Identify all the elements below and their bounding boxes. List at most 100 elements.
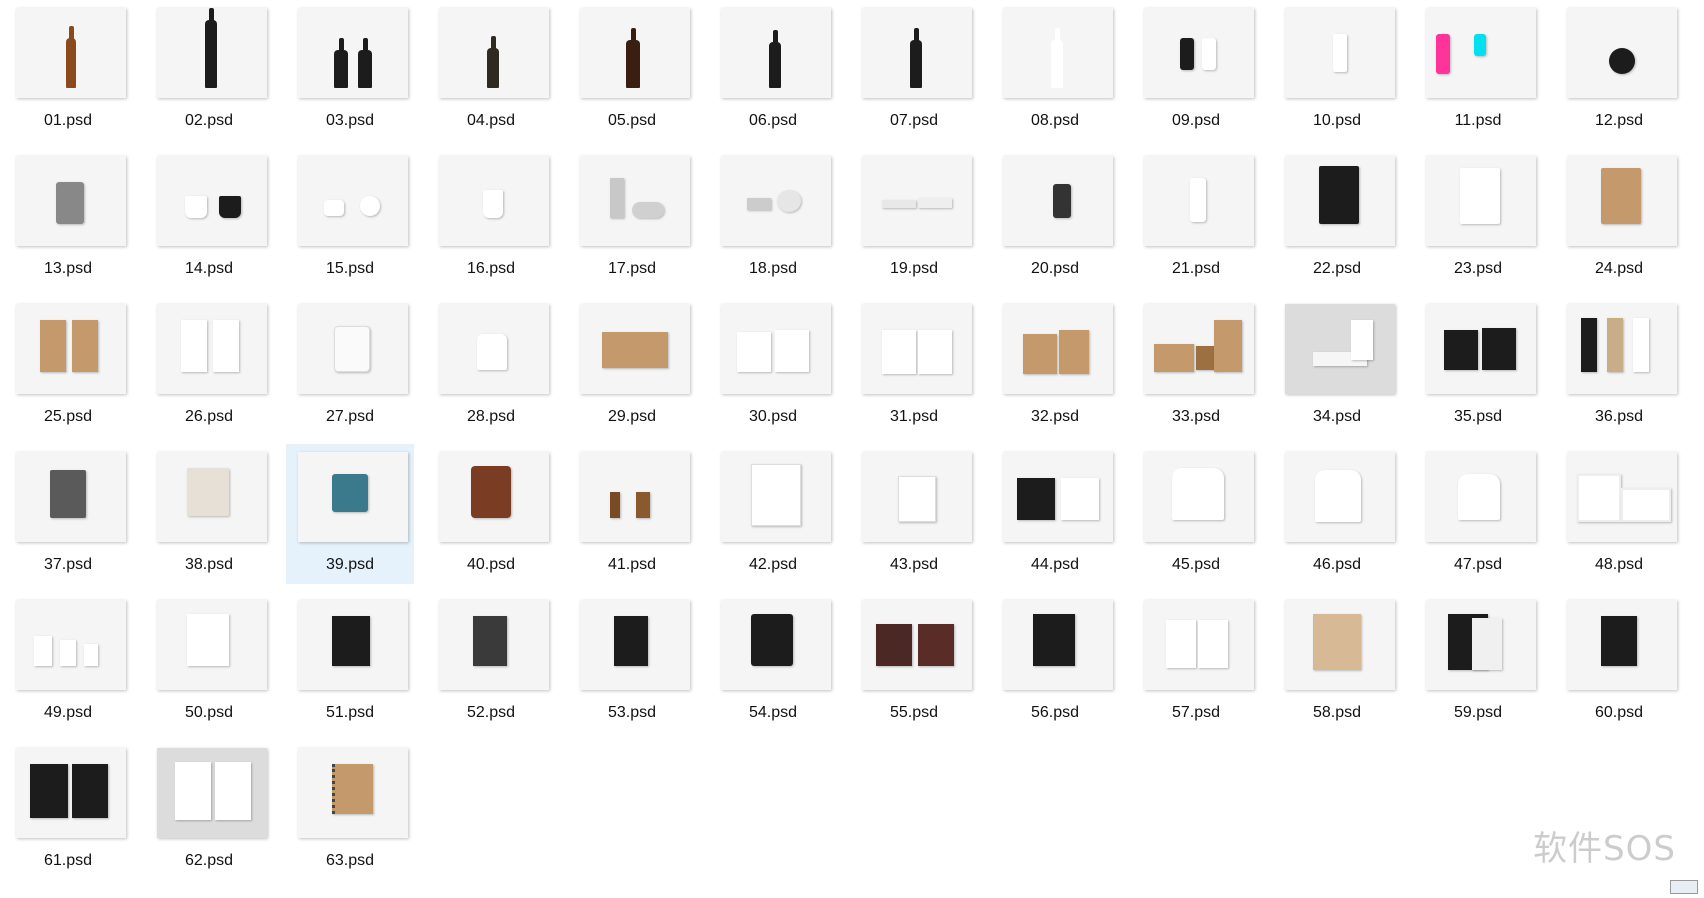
file-thumbnail[interactable]: [1003, 304, 1113, 394]
file-thumbnail[interactable]: [721, 156, 831, 246]
file-item[interactable]: 27.psd: [286, 296, 414, 436]
file-thumbnail[interactable]: [1003, 600, 1113, 690]
file-thumbnail[interactable]: [1426, 8, 1536, 98]
file-item[interactable]: 56.psd: [991, 592, 1119, 732]
file-thumbnail[interactable]: [721, 452, 831, 542]
file-name[interactable]: 37.psd: [4, 556, 132, 574]
file-thumbnail[interactable]: [1285, 8, 1395, 98]
file-name[interactable]: 48.psd: [1555, 556, 1683, 574]
file-name[interactable]: 24.psd: [1555, 260, 1683, 278]
file-thumbnail[interactable]: [1567, 304, 1677, 394]
file-name[interactable]: 25.psd: [4, 408, 132, 426]
file-thumbnail[interactable]: [439, 304, 549, 394]
view-toggle-icon[interactable]: [1670, 880, 1698, 894]
file-thumbnail[interactable]: [1426, 600, 1536, 690]
file-name[interactable]: 63.psd: [286, 852, 414, 870]
file-thumbnail[interactable]: [1567, 600, 1677, 690]
file-thumbnail[interactable]: [298, 156, 408, 246]
file-item[interactable]: 32.psd: [991, 296, 1119, 436]
file-name[interactable]: 22.psd: [1273, 260, 1401, 278]
file-thumbnail[interactable]: [1003, 156, 1113, 246]
file-item[interactable]: 30.psd: [709, 296, 837, 436]
file-thumbnail[interactable]: [1567, 8, 1677, 98]
file-item[interactable]: 02.psd: [145, 0, 273, 140]
file-name[interactable]: 39.psd: [286, 556, 414, 574]
file-name[interactable]: 18.psd: [709, 260, 837, 278]
file-thumbnail[interactable]: [298, 452, 408, 542]
file-name[interactable]: 10.psd: [1273, 112, 1401, 130]
file-item[interactable]: 31.psd: [850, 296, 978, 436]
file-thumbnail[interactable]: [1285, 304, 1395, 394]
file-item[interactable]: 49.psd: [4, 592, 132, 732]
file-thumbnail[interactable]: [298, 748, 408, 838]
file-name[interactable]: 12.psd: [1555, 112, 1683, 130]
file-thumbnail[interactable]: [157, 304, 267, 394]
file-item[interactable]: 36.psd: [1555, 296, 1683, 436]
file-item[interactable]: 63.psd: [286, 740, 414, 880]
file-item[interactable]: 08.psd: [991, 0, 1119, 140]
file-name[interactable]: 34.psd: [1273, 408, 1401, 426]
file-item[interactable]: 33.psd: [1132, 296, 1260, 436]
file-item[interactable]: 06.psd: [709, 0, 837, 140]
file-name[interactable]: 47.psd: [1414, 556, 1542, 574]
file-thumbnail[interactable]: [862, 8, 972, 98]
file-item[interactable]: 48.psd: [1555, 444, 1683, 584]
file-name[interactable]: 11.psd: [1414, 112, 1542, 130]
file-item[interactable]: 37.psd: [4, 444, 132, 584]
file-thumbnail[interactable]: [862, 600, 972, 690]
file-item[interactable]: 09.psd: [1132, 0, 1260, 140]
file-thumbnail[interactable]: [298, 600, 408, 690]
file-name[interactable]: 44.psd: [991, 556, 1119, 574]
file-name[interactable]: 53.psd: [568, 704, 696, 722]
file-thumbnail[interactable]: [862, 304, 972, 394]
file-thumbnail[interactable]: [1285, 452, 1395, 542]
file-name[interactable]: 38.psd: [145, 556, 273, 574]
file-item[interactable]: 55.psd: [850, 592, 978, 732]
file-thumbnail[interactable]: [721, 600, 831, 690]
file-item[interactable]: 54.psd: [709, 592, 837, 732]
file-thumbnail[interactable]: [1285, 156, 1395, 246]
file-thumbnail[interactable]: [439, 600, 549, 690]
file-name[interactable]: 58.psd: [1273, 704, 1401, 722]
file-item[interactable]: 11.psd: [1414, 0, 1542, 140]
file-name[interactable]: 03.psd: [286, 112, 414, 130]
file-name[interactable]: 35.psd: [1414, 408, 1542, 426]
file-name[interactable]: 54.psd: [709, 704, 837, 722]
file-name[interactable]: 01.psd: [4, 112, 132, 130]
file-name[interactable]: 62.psd: [145, 852, 273, 870]
file-name[interactable]: 32.psd: [991, 408, 1119, 426]
file-name[interactable]: 17.psd: [568, 260, 696, 278]
file-name[interactable]: 50.psd: [145, 704, 273, 722]
file-item[interactable]: 35.psd: [1414, 296, 1542, 436]
file-item[interactable]: 29.psd: [568, 296, 696, 436]
file-item[interactable]: 01.psd: [4, 0, 132, 140]
file-name[interactable]: 09.psd: [1132, 112, 1260, 130]
file-name[interactable]: 02.psd: [145, 112, 273, 130]
file-item[interactable]: 60.psd: [1555, 592, 1683, 732]
file-name[interactable]: 15.psd: [286, 260, 414, 278]
file-item[interactable]: 14.psd: [145, 148, 273, 288]
file-thumbnail[interactable]: [16, 452, 126, 542]
file-item[interactable]: 19.psd: [850, 148, 978, 288]
file-name[interactable]: 28.psd: [427, 408, 555, 426]
file-thumbnail[interactable]: [1144, 600, 1254, 690]
file-name[interactable]: 51.psd: [286, 704, 414, 722]
file-name[interactable]: 14.psd: [145, 260, 273, 278]
file-item[interactable]: 46.psd: [1273, 444, 1401, 584]
file-name[interactable]: 42.psd: [709, 556, 837, 574]
file-item[interactable]: 47.psd: [1414, 444, 1542, 584]
file-thumbnail[interactable]: [580, 600, 690, 690]
file-item[interactable]: 40.psd: [427, 444, 555, 584]
file-name[interactable]: 55.psd: [850, 704, 978, 722]
file-item[interactable]: 23.psd: [1414, 148, 1542, 288]
file-thumbnail[interactable]: [157, 452, 267, 542]
file-item[interactable]: 05.psd: [568, 0, 696, 140]
file-item[interactable]: 38.psd: [145, 444, 273, 584]
file-item[interactable]: 62.psd: [145, 740, 273, 880]
file-item[interactable]: 42.psd: [709, 444, 837, 584]
file-item[interactable]: 52.psd: [427, 592, 555, 732]
file-thumbnail[interactable]: [439, 452, 549, 542]
file-thumbnail[interactable]: [862, 452, 972, 542]
file-item[interactable]: 24.psd: [1555, 148, 1683, 288]
file-thumbnail[interactable]: [157, 600, 267, 690]
